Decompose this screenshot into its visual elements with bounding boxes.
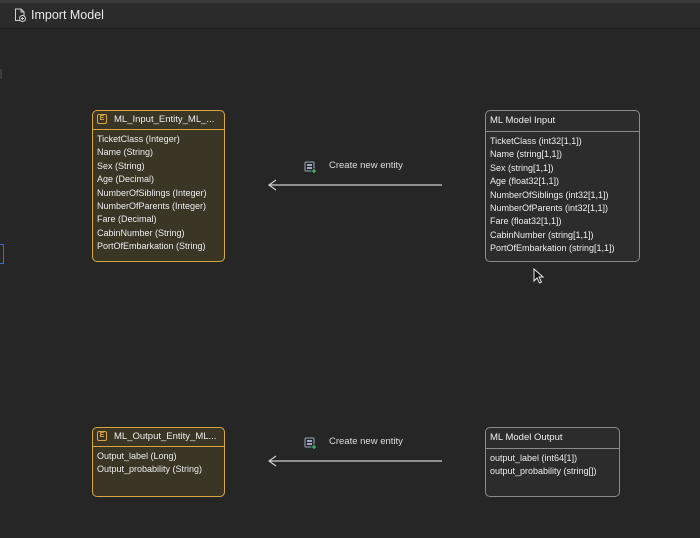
create-entity-icon[interactable]	[304, 437, 317, 450]
model-attribute-row: NumberOfParents (int32[1,1])	[490, 203, 609, 214]
left-edge-selection[interactable]	[0, 244, 4, 264]
ml-model-output-box[interactable]: ML Model Output output_label (int64[1]) o…	[485, 427, 620, 497]
title-bar: Import Model	[0, 3, 700, 29]
window-title: Import Model	[31, 8, 104, 22]
output-mapping-arrow	[267, 455, 442, 467]
entity-attribute-row: Output_label (Long)	[97, 451, 177, 461]
create-new-entity-label[interactable]: Create new entity	[329, 436, 403, 448]
model-attribute-row: Sex (string[1,1])	[490, 162, 554, 173]
output-entity-header: E ML_Output_Entity_ML...	[93, 428, 224, 447]
model-attribute-row: Name (string[1,1])	[490, 149, 563, 160]
left-edge-marker	[0, 69, 2, 79]
entity-attribute-row: TicketClass (Integer)	[97, 134, 180, 144]
ml-model-output-header: ML Model Output	[486, 428, 619, 449]
entity-icon: E	[97, 114, 107, 124]
entity-attribute-row: NumberOfParents (Integer)	[97, 201, 207, 212]
create-entity-icon[interactable]	[304, 161, 317, 174]
input-entity-box[interactable]: E ML_Input_Entity_ML_... TicketClass (In…	[92, 110, 225, 262]
model-attribute-row: NumberOfSiblings (int32[1,1])	[490, 189, 609, 200]
model-attribute-row: Age (float32[1,1])	[490, 176, 560, 187]
output-entity-attributes: Output_label (Long) Output_probability (S…	[93, 447, 224, 477]
model-attribute-row: Fare (float32[1,1])	[490, 216, 562, 227]
entity-attribute-row: Name (String)	[97, 147, 154, 158]
ml-model-input-attributes: TicketClass (int32[1,1]) Name (string[1,1…	[486, 132, 639, 256]
entity-attribute-row: CabinNumber (String)	[97, 227, 185, 238]
mouse-cursor-icon	[533, 268, 545, 284]
input-entity-header: E ML_Input_Entity_ML_...	[93, 111, 224, 130]
ml-model-output-attributes: output_label (int64[1]) output_probabilit…	[486, 449, 619, 479]
model-attribute-row: CabinNumber (string[1,1])	[490, 229, 594, 240]
entity-attribute-row: Age (Decimal)	[97, 174, 155, 185]
model-attribute-row: PortOfEmbarkation (string[1,1])	[490, 243, 615, 254]
entity-attribute-row: Sex (String)	[97, 160, 145, 171]
entity-icon: E	[97, 431, 107, 441]
input-entity-attributes: TicketClass (Integer) Name (String) Sex (S…	[93, 130, 224, 254]
output-entity-box[interactable]: E ML_Output_Entity_ML... Output_label (L…	[92, 427, 225, 497]
entity-attribute-row: PortOfEmbarkation (String)	[97, 241, 206, 252]
entity-attribute-row: NumberOfSiblings (Integer)	[97, 187, 207, 198]
document-import-icon	[15, 8, 26, 22]
ml-model-output-title: ML Model Output	[490, 432, 563, 443]
ml-model-input-header: ML Model Input	[486, 111, 639, 132]
create-new-entity-label[interactable]: Create new entity	[329, 160, 403, 172]
input-entity-title: ML_Input_Entity_ML_...	[114, 114, 215, 125]
model-attribute-row: output_label (int64[1])	[490, 453, 578, 463]
entity-attribute-row: Fare (Decimal)	[97, 214, 157, 225]
entity-attribute-row: Output_probability (String)	[97, 464, 203, 475]
ml-model-input-box[interactable]: ML Model Input TicketClass (int32[1,1]) N…	[485, 110, 640, 262]
model-attribute-row: output_probability (string[])	[490, 466, 597, 477]
output-entity-title: ML_Output_Entity_ML...	[114, 431, 217, 442]
model-attribute-row: TicketClass (int32[1,1])	[490, 136, 582, 146]
input-mapping-arrow	[267, 179, 442, 191]
ml-model-input-title: ML Model Input	[490, 115, 556, 126]
